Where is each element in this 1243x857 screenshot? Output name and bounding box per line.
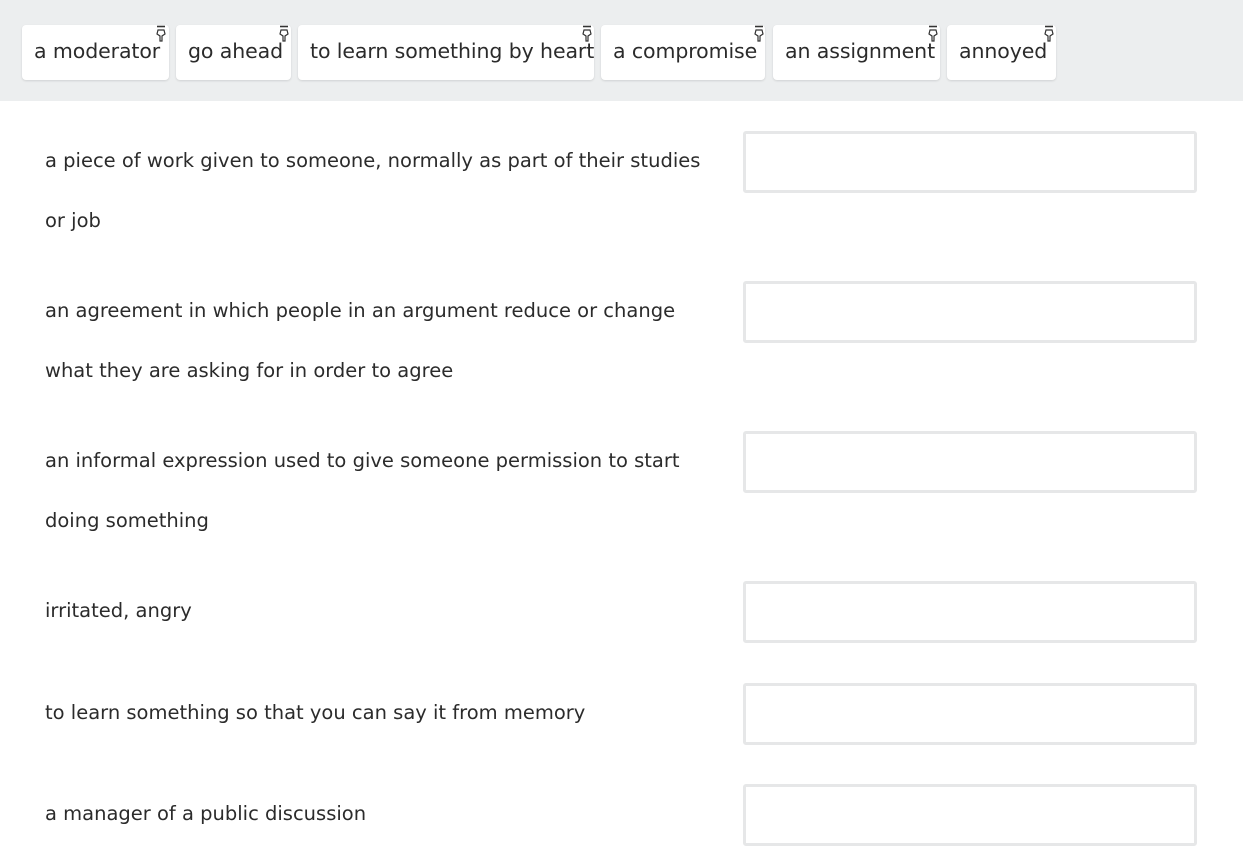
chip-label: to learn something by heart <box>310 39 595 63</box>
draggable-chip-a-compromise[interactable]: a compromise <box>601 25 765 80</box>
drag-pin-icon <box>754 25 764 42</box>
definition-text: an agreement in which people in an argum… <box>45 281 725 401</box>
definition-line: a piece of work given to someone, normal… <box>45 149 701 172</box>
definition-line: irritated, angry <box>45 599 192 622</box>
definition-line: an informal expression used to give some… <box>45 449 680 472</box>
answer-dropzone[interactable] <box>743 131 1197 193</box>
definition-text: a manager of a public discussion <box>45 784 725 844</box>
drag-pin-icon <box>156 25 166 42</box>
definition-line: a manager of a public discussion <box>45 802 367 825</box>
definition-line: or job <box>45 209 101 232</box>
chip-label: an assignment <box>785 39 936 63</box>
chip-label: go ahead <box>188 39 284 63</box>
drag-pin-icon <box>928 25 938 42</box>
draggable-chip-an-assignment[interactable]: an assignment <box>773 25 940 80</box>
definition-line: an agreement in which people in an argum… <box>45 299 676 322</box>
chip-label: a compromise <box>613 39 758 63</box>
answer-dropzone[interactable] <box>743 431 1197 493</box>
drag-pin-icon <box>279 25 289 42</box>
draggable-chip-a-moderator[interactable]: a moderator <box>22 25 169 80</box>
drag-pin-icon <box>1044 25 1054 42</box>
draggable-chip-go-ahead[interactable]: go ahead <box>176 25 291 80</box>
draggable-chip-annoyed[interactable]: annoyed <box>947 25 1056 80</box>
definition-text: a piece of work given to someone, normal… <box>45 131 725 251</box>
drag-pin-icon <box>582 25 592 42</box>
answer-dropzone[interactable] <box>743 784 1197 846</box>
answer-dropzone[interactable] <box>743 683 1197 745</box>
definition-line: doing something <box>45 509 209 532</box>
definition-text: to learn something so that you can say i… <box>45 683 725 743</box>
definition-line: what they are asking for in order to agr… <box>45 359 454 382</box>
answer-dropzone[interactable] <box>743 581 1197 643</box>
word-bank: a moderator go ahead to learn something … <box>0 0 1243 101</box>
chip-label: a moderator <box>34 39 161 63</box>
draggable-chip-to-learn-something-by-heart[interactable]: to learn something by heart <box>298 25 594 80</box>
definition-text: an informal expression used to give some… <box>45 431 725 551</box>
chip-label: annoyed <box>959 39 1048 63</box>
definition-line: to learn something so that you can say i… <box>45 701 586 724</box>
answer-dropzone[interactable] <box>743 281 1197 343</box>
definition-text: irritated, angry <box>45 581 725 641</box>
